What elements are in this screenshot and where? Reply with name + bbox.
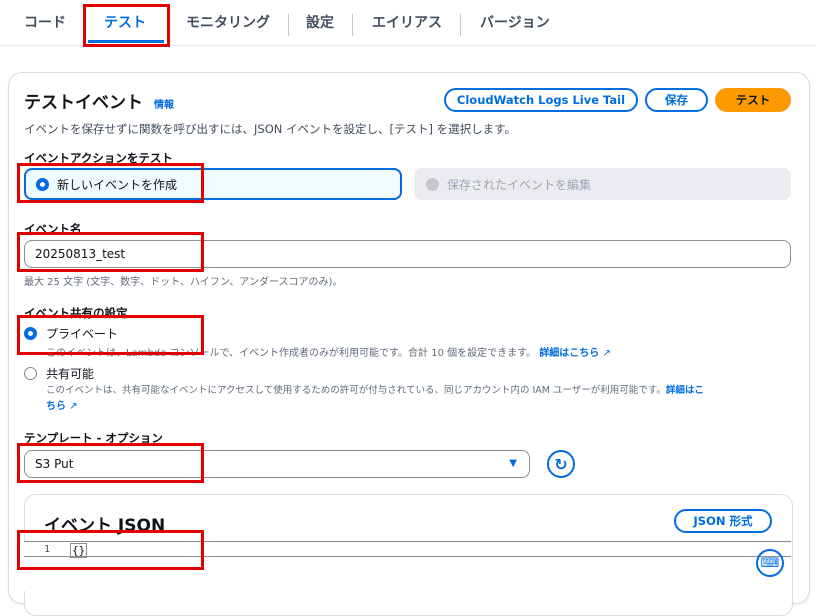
tab-divider (352, 14, 353, 36)
shared-label[interactable]: 共有可能 (46, 365, 94, 382)
saved-event-option[interactable]: 保存されたイベントを編集 (414, 168, 791, 200)
shared-learn-more-link-a[interactable]: 詳細はこ (666, 385, 704, 396)
header-description: イベントを保存せずに関数を呼び出すには、JSON イベントを設定し、[テスト] … (24, 122, 516, 136)
refresh-icon[interactable]: ↻ (547, 450, 575, 478)
external-link-icon: ↗ (602, 348, 611, 359)
tab-divider (288, 14, 289, 36)
tab-code[interactable]: コード (24, 12, 66, 32)
keyboard-icon[interactable]: ⌨ (756, 549, 784, 577)
highlight-box (17, 232, 204, 272)
saved-event-option-label: 保存されたイベントを編集 (447, 177, 592, 192)
external-link-icon: ↗ (69, 401, 78, 412)
shared-description-line2: ちら ↗ (46, 397, 78, 412)
info-link[interactable]: 情報 (154, 96, 174, 111)
highlight-box (83, 4, 170, 47)
save-button[interactable]: 保存 (645, 88, 708, 112)
highlight-box (17, 443, 204, 483)
json-format-button[interactable]: JSON 形式 (674, 509, 772, 533)
chevron-down-icon: ▼ (509, 458, 517, 469)
tab-aliases[interactable]: エイリアス (372, 12, 442, 32)
shared-radio[interactable] (24, 367, 37, 380)
tab-versions[interactable]: バージョン (480, 12, 550, 32)
event-name-hint: 最大 25 文字 (文字、数字、ドット、ハイフン、アンダースコアのみ)。 (24, 277, 343, 288)
highlight-box (17, 163, 204, 203)
private-learn-more-link[interactable]: 詳細はこちら (539, 348, 599, 359)
shared-description: このイベントは、共有可能なイベントにアクセスして使用するための許可が付与されてい… (46, 382, 791, 396)
page-title: テストイベント (24, 93, 143, 113)
shared-learn-more-link-b[interactable]: ちら (46, 401, 66, 412)
shared-desc-text: このイベントは、共有可能なイベントにアクセスして使用するための許可が付与されてい… (46, 385, 666, 396)
tab-monitoring[interactable]: モニタリング (186, 12, 270, 32)
highlight-box (17, 315, 204, 355)
tab-divider (460, 14, 461, 36)
test-button[interactable]: テスト (715, 88, 791, 112)
tab-settings[interactable]: 設定 (306, 12, 334, 32)
highlight-box (17, 530, 204, 570)
cloudwatch-live-tail-button[interactable]: CloudWatch Logs Live Tail (444, 88, 638, 112)
radio-disabled-icon (426, 177, 439, 191)
